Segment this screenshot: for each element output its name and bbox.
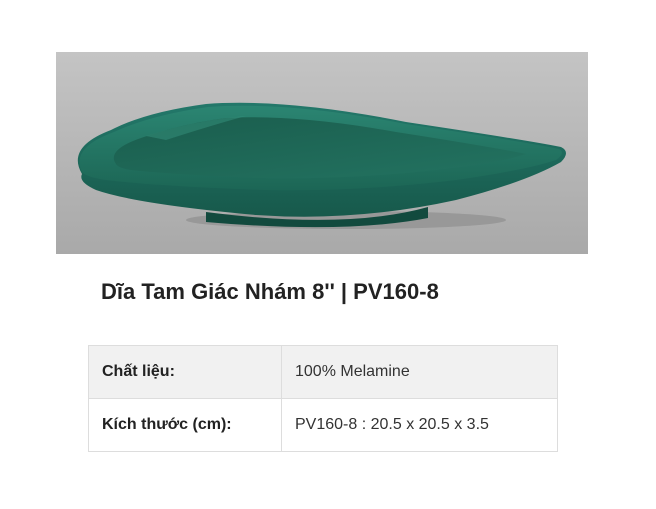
product-card: Dĩa Tam Giác Nhám 8'' | PV160-8 Chất liệ… xyxy=(0,0,656,509)
product-photo xyxy=(56,52,588,254)
spec-row-size: Kích thước (cm): PV160-8 : 20.5 x 20.5 x… xyxy=(88,398,558,452)
spec-value-size: PV160-8 : 20.5 x 20.5 x 3.5 xyxy=(281,398,558,452)
spec-label-material: Chất liệu: xyxy=(88,345,282,399)
spec-label-size: Kích thước (cm): xyxy=(88,398,282,452)
triangle-dish-image xyxy=(56,52,588,254)
spec-table: Chất liệu: 100% Melamine Kích thước (cm)… xyxy=(88,345,558,452)
product-title: Dĩa Tam Giác Nhám 8'' | PV160-8 xyxy=(101,279,439,304)
spec-value-material: 100% Melamine xyxy=(281,345,558,399)
spec-row-material: Chất liệu: 100% Melamine xyxy=(88,345,558,399)
